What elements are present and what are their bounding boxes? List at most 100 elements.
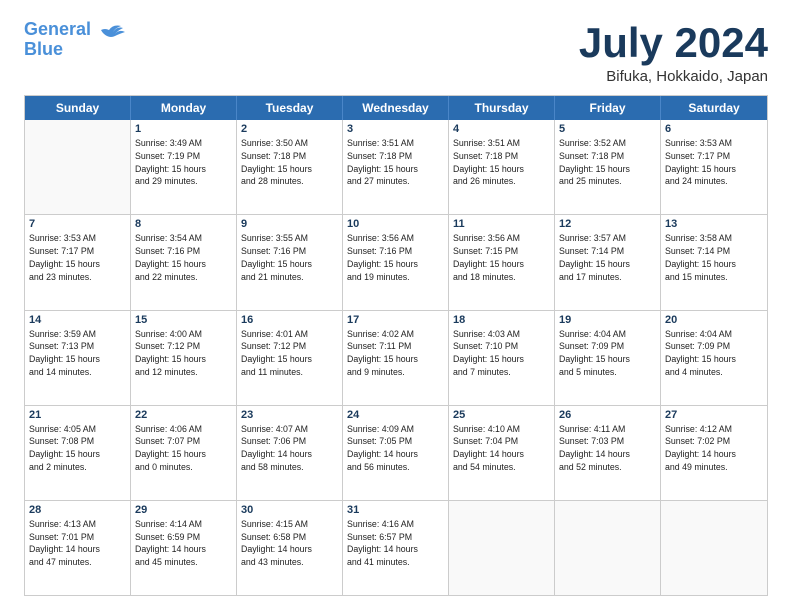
calendar-cell: 29 Sunrise: 4:14 AMSunset: 6:59 PMDayligh… <box>131 501 237 595</box>
day-number: 7 <box>29 218 126 230</box>
day-number: 29 <box>135 504 232 516</box>
day-info: Sunrise: 4:12 AMSunset: 7:02 PMDaylight:… <box>665 423 763 474</box>
day-info: Sunrise: 4:04 AMSunset: 7:09 PMDaylight:… <box>559 328 656 379</box>
day-info: Sunrise: 4:13 AMSunset: 7:01 PMDaylight:… <box>29 518 126 569</box>
calendar-cell: 19 Sunrise: 4:04 AMSunset: 7:09 PMDayligh… <box>555 311 661 405</box>
day-info: Sunrise: 4:14 AMSunset: 6:59 PMDaylight:… <box>135 518 232 569</box>
calendar-cell <box>661 501 767 595</box>
day-number: 22 <box>135 409 232 421</box>
calendar-cell: 1Sunrise: 3:49 AMSunset: 7:19 PMDaylight… <box>131 120 237 214</box>
day-info: Sunrise: 4:02 AMSunset: 7:11 PMDaylight:… <box>347 328 444 379</box>
calendar-header: SundayMondayTuesdayWednesdayThursdayFrid… <box>25 96 767 120</box>
calendar-cell: 28 Sunrise: 4:13 AMSunset: 7:01 PMDayligh… <box>25 501 131 595</box>
day-number: 10 <box>347 218 444 230</box>
day-info: Sunrise: 4:09 AMSunset: 7:05 PMDaylight:… <box>347 423 444 474</box>
logo-text: General Blue <box>24 20 91 60</box>
calendar-cell: 7 Sunrise: 3:53 AMSunset: 7:17 PMDaylight… <box>25 215 131 309</box>
day-number: 24 <box>347 409 444 421</box>
calendar-cell: 13 Sunrise: 3:58 AMSunset: 7:14 PMDayligh… <box>661 215 767 309</box>
calendar-cell: 31Sunrise: 4:16 AMSunset: 6:57 PMDayligh… <box>343 501 449 595</box>
calendar-cell: 24 Sunrise: 4:09 AMSunset: 7:05 PMDayligh… <box>343 406 449 500</box>
logo: General Blue <box>24 20 125 60</box>
day-number: 21 <box>29 409 126 421</box>
day-number: 15 <box>135 314 232 326</box>
calendar-cell: 8Sunrise: 3:54 AMSunset: 7:16 PMDaylight… <box>131 215 237 309</box>
day-info: Sunrise: 3:56 AMSunset: 7:16 PMDaylight:… <box>347 232 444 283</box>
calendar-cell: 11Sunrise: 3:56 AMSunset: 7:15 PMDayligh… <box>449 215 555 309</box>
calendar-cell: 23 Sunrise: 4:07 AMSunset: 7:06 PMDayligh… <box>237 406 343 500</box>
calendar-cell: 25 Sunrise: 4:10 AMSunset: 7:04 PMDayligh… <box>449 406 555 500</box>
day-info: Sunrise: 3:50 AMSunset: 7:18 PMDaylight:… <box>241 137 338 188</box>
day-number: 9 <box>241 218 338 230</box>
day-number: 18 <box>453 314 550 326</box>
day-info: Sunrise: 3:53 AMSunset: 7:17 PMDaylight:… <box>665 137 763 188</box>
calendar-cell: 14Sunrise: 3:59 AMSunset: 7:13 PMDayligh… <box>25 311 131 405</box>
day-number: 11 <box>453 218 550 230</box>
calendar-cell <box>555 501 661 595</box>
calendar-cell: 15 Sunrise: 4:00 AMSunset: 7:12 PMDayligh… <box>131 311 237 405</box>
day-number: 23 <box>241 409 338 421</box>
day-info: Sunrise: 4:10 AMSunset: 7:04 PMDaylight:… <box>453 423 550 474</box>
weekday-header-tuesday: Tuesday <box>237 96 343 120</box>
day-info: Sunrise: 4:11 AMSunset: 7:03 PMDaylight:… <box>559 423 656 474</box>
day-number: 2 <box>241 123 338 135</box>
day-number: 3 <box>347 123 444 135</box>
weekday-header-thursday: Thursday <box>449 96 555 120</box>
calendar-cell: 4Sunrise: 3:51 AMSunset: 7:18 PMDaylight… <box>449 120 555 214</box>
calendar-cell: 26 Sunrise: 4:11 AMSunset: 7:03 PMDayligh… <box>555 406 661 500</box>
calendar-cell: 22 Sunrise: 4:06 AMSunset: 7:07 PMDayligh… <box>131 406 237 500</box>
day-number: 25 <box>453 409 550 421</box>
day-info: Sunrise: 4:00 AMSunset: 7:12 PMDaylight:… <box>135 328 232 379</box>
day-info: Sunrise: 3:49 AMSunset: 7:19 PMDaylight:… <box>135 137 232 188</box>
calendar-cell: 16 Sunrise: 4:01 AMSunset: 7:12 PMDayligh… <box>237 311 343 405</box>
day-info: Sunrise: 3:58 AMSunset: 7:14 PMDaylight:… <box>665 232 763 283</box>
calendar-cell: 17Sunrise: 4:02 AMSunset: 7:11 PMDayligh… <box>343 311 449 405</box>
day-info: Sunrise: 4:01 AMSunset: 7:12 PMDaylight:… <box>241 328 338 379</box>
logo-general: General <box>24 19 91 39</box>
weekday-header-monday: Monday <box>131 96 237 120</box>
weekday-header-friday: Friday <box>555 96 661 120</box>
day-info: Sunrise: 4:04 AMSunset: 7:09 PMDaylight:… <box>665 328 763 379</box>
calendar-row-0: 1Sunrise: 3:49 AMSunset: 7:19 PMDaylight… <box>25 120 767 215</box>
day-info: Sunrise: 3:51 AMSunset: 7:18 PMDaylight:… <box>347 137 444 188</box>
day-number: 19 <box>559 314 656 326</box>
day-number: 4 <box>453 123 550 135</box>
day-info: Sunrise: 4:03 AMSunset: 7:10 PMDaylight:… <box>453 328 550 379</box>
logo-blue: Blue <box>24 39 63 59</box>
weekday-header-saturday: Saturday <box>661 96 767 120</box>
page: General Blue July 2024 Bifuka, Hokkaido,… <box>0 0 792 612</box>
day-number: 5 <box>559 123 656 135</box>
calendar-cell: 3 Sunrise: 3:51 AMSunset: 7:18 PMDaylight… <box>343 120 449 214</box>
calendar-cell: 21Sunrise: 4:05 AMSunset: 7:08 PMDayligh… <box>25 406 131 500</box>
day-number: 27 <box>665 409 763 421</box>
calendar-body: 1Sunrise: 3:49 AMSunset: 7:19 PMDaylight… <box>25 120 767 595</box>
day-number: 14 <box>29 314 126 326</box>
day-number: 28 <box>29 504 126 516</box>
day-number: 30 <box>241 504 338 516</box>
day-number: 16 <box>241 314 338 326</box>
day-number: 26 <box>559 409 656 421</box>
day-info: Sunrise: 3:54 AMSunset: 7:16 PMDaylight:… <box>135 232 232 283</box>
calendar-cell: 30Sunrise: 4:15 AMSunset: 6:58 PMDayligh… <box>237 501 343 595</box>
calendar-cell <box>25 120 131 214</box>
calendar-cell: 2 Sunrise: 3:50 AMSunset: 7:18 PMDaylight… <box>237 120 343 214</box>
calendar-row-3: 21Sunrise: 4:05 AMSunset: 7:08 PMDayligh… <box>25 406 767 501</box>
day-number: 13 <box>665 218 763 230</box>
calendar-cell: 9Sunrise: 3:55 AMSunset: 7:16 PMDaylight… <box>237 215 343 309</box>
day-number: 31 <box>347 504 444 516</box>
calendar-row-2: 14Sunrise: 3:59 AMSunset: 7:13 PMDayligh… <box>25 311 767 406</box>
day-info: Sunrise: 4:06 AMSunset: 7:07 PMDaylight:… <box>135 423 232 474</box>
day-info: Sunrise: 4:07 AMSunset: 7:06 PMDaylight:… <box>241 423 338 474</box>
calendar-cell: 27 Sunrise: 4:12 AMSunset: 7:02 PMDayligh… <box>661 406 767 500</box>
month-title: July 2024 <box>579 20 768 66</box>
day-info: Sunrise: 3:53 AMSunset: 7:17 PMDaylight:… <box>29 232 126 283</box>
calendar-cell: 18 Sunrise: 4:03 AMSunset: 7:10 PMDayligh… <box>449 311 555 405</box>
calendar-row-1: 7 Sunrise: 3:53 AMSunset: 7:17 PMDaylight… <box>25 215 767 310</box>
calendar-cell <box>449 501 555 595</box>
weekday-header-wednesday: Wednesday <box>343 96 449 120</box>
calendar-cell: 12Sunrise: 3:57 AMSunset: 7:14 PMDayligh… <box>555 215 661 309</box>
day-number: 20 <box>665 314 763 326</box>
header: General Blue July 2024 Bifuka, Hokkaido,… <box>24 20 768 85</box>
title-block: July 2024 Bifuka, Hokkaido, Japan <box>579 20 768 85</box>
day-info: Sunrise: 3:57 AMSunset: 7:14 PMDaylight:… <box>559 232 656 283</box>
